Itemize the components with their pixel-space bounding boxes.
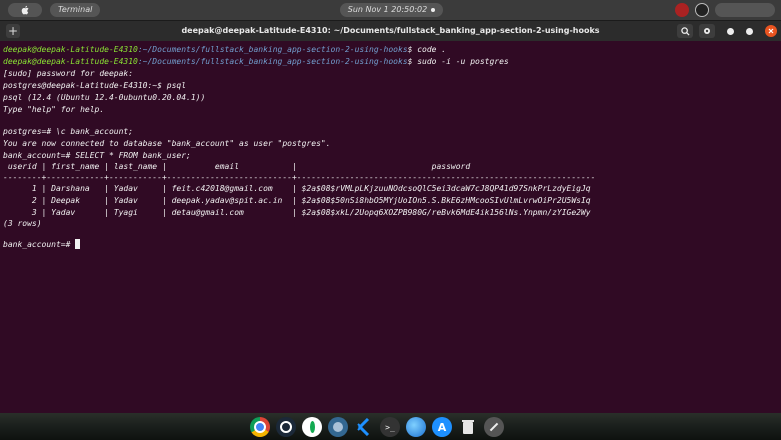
current-prompt: bank_account=#	[3, 240, 76, 249]
apple-icon	[21, 5, 28, 15]
text-cursor	[75, 239, 81, 249]
prompt-user: deepak@deepak-Latitude-E4310	[3, 45, 138, 54]
terminal-icon[interactable]: >_	[380, 417, 400, 437]
terminal-titlebar: + deepak@deepak-Latitude-E4310: ~/Docume…	[0, 21, 781, 41]
terminal-line: psql (12.4 (Ubuntu 12.4-0ubuntu0.20.04.1…	[3, 93, 206, 102]
apple-menu-button[interactable]	[8, 3, 42, 17]
terminal-line: bank_account=# SELECT * FROM bank_user;	[3, 151, 191, 160]
prompt-user: deepak@deepak-Latitude-E4310	[3, 57, 138, 66]
prompt-path: :~/Documents/fullstack_banking_app-secti…	[137, 57, 408, 66]
terminal-line: bank_account=#	[3, 239, 81, 250]
system-tray	[675, 2, 775, 18]
terminal-line: deepak@deepak-Latitude-E4310:~/Documents…	[3, 56, 509, 67]
trash-icon[interactable]	[458, 417, 478, 437]
row-count: (3 rows)	[3, 219, 42, 228]
maximize-button[interactable]	[746, 27, 753, 35]
top-panel: Terminal Sun Nov 1 20:50:02	[0, 0, 781, 20]
close-button[interactable]	[765, 25, 777, 37]
table-row: 2 | Deepak | Yadav | deepak.yadav@spit.a…	[3, 196, 591, 205]
search-icon	[680, 26, 690, 36]
notification-dot-icon	[431, 7, 436, 12]
browser-icon[interactable]	[406, 417, 426, 437]
window-title: deepak@deepak-Latitude-E4310: ~/Document…	[181, 26, 600, 35]
appstore-icon[interactable]: A	[432, 417, 452, 437]
clock[interactable]: Sun Nov 1 20:50:02	[340, 3, 443, 17]
table-row: 3 | Yadav | Tyagi | detau@gmail.com | $2…	[3, 208, 591, 217]
chrome-icon[interactable]	[250, 417, 270, 437]
terminal-line: deepak@deepak-Latitude-E4310:~/Documents…	[3, 44, 446, 55]
table-separator: --------+------------+-----------+------…	[3, 173, 596, 182]
dock: >_ A	[250, 415, 504, 439]
mongodb-icon[interactable]	[302, 417, 322, 437]
command-text: $ code .	[407, 45, 447, 54]
table-row: 1 | Darshana | Yadav | feit.c42018@gmail…	[3, 184, 591, 193]
terminal-line: [sudo] password for deepak:	[3, 69, 134, 78]
terminal-line: Type "help" for help.	[3, 105, 105, 114]
command-text: $ sudo -i -u postgres	[407, 57, 509, 66]
gear-icon	[704, 28, 710, 34]
postgres-icon[interactable]	[328, 417, 348, 437]
steam-icon[interactable]	[276, 417, 296, 437]
vpn-shield-icon[interactable]	[675, 3, 689, 17]
table-header: userid | first_name | last_name | email …	[3, 162, 471, 171]
status-menu[interactable]	[715, 3, 775, 17]
steam-tray-icon[interactable]	[695, 3, 709, 17]
close-icon	[768, 28, 774, 34]
terminal-output[interactable]: deepak@deepak-Latitude-E4310:~/Documents…	[0, 41, 781, 413]
vscode-icon[interactable]	[354, 417, 374, 437]
minimize-button[interactable]	[727, 27, 734, 35]
prompt-path: :~/Documents/fullstack_banking_app-secti…	[137, 45, 408, 54]
search-button[interactable]	[677, 24, 693, 38]
menu-button[interactable]	[699, 24, 715, 38]
clock-text: Sun Nov 1 20:50:02	[347, 5, 428, 14]
active-app-name[interactable]: Terminal	[50, 3, 101, 17]
terminal-line: postgres@deepak-Latitude-E4310:~$ psql	[3, 81, 187, 90]
terminal-line: postgres=# \c bank_account;	[3, 127, 134, 136]
terminal-line: You are now connected to database "bank_…	[3, 139, 331, 148]
settings-icon[interactable]	[484, 417, 504, 437]
